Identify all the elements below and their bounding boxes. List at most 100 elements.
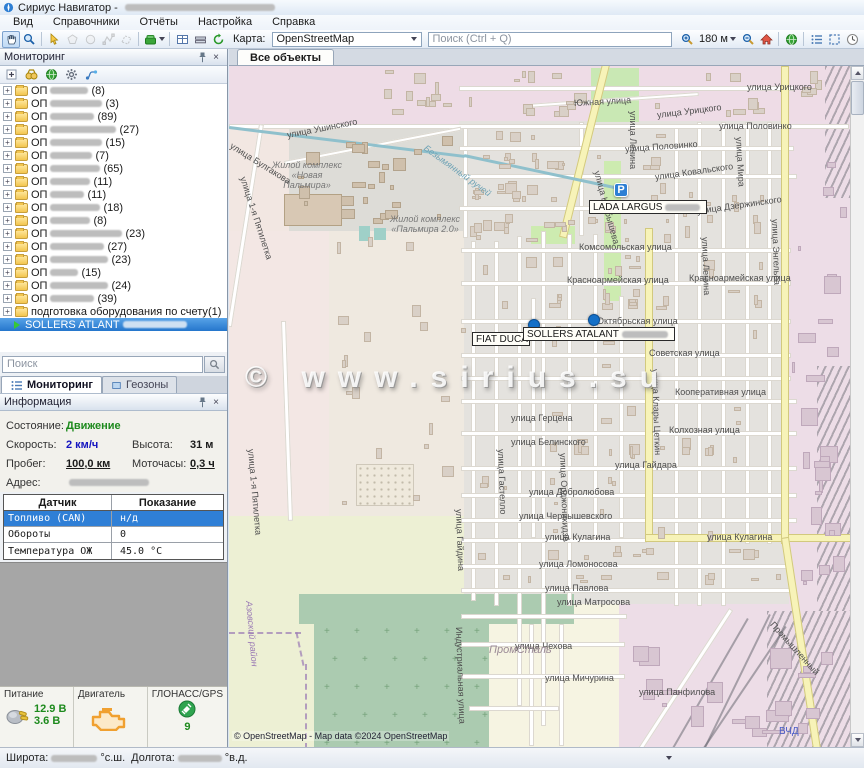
grid-view-button[interactable] [173,31,191,48]
vehicle-map-label[interactable]: SOLLERS ATALANT [523,327,675,341]
tree-expand-icon[interactable]: + [3,307,12,316]
tree-expand-icon[interactable]: + [3,281,12,290]
tree-expand-icon[interactable]: + [3,164,12,173]
tree-expand-icon[interactable]: + [3,203,12,212]
tree-expand-icon[interactable]: + [3,216,12,225]
tree-item[interactable]: +ОП(27) [0,240,227,253]
tree-item[interactable]: +подготовка оборудования по счету (1) [0,305,227,318]
global-search-input[interactable] [428,32,673,47]
layers-menu-button[interactable] [142,31,166,48]
tree-item[interactable]: +ОП(15) [0,136,227,149]
tree-item[interactable]: +ОП(11) [0,175,227,188]
menu-справочники[interactable]: Справочники [44,15,129,30]
tree-expand-icon[interactable]: + [3,177,12,186]
close-icon[interactable]: × [209,396,223,409]
allotments [356,464,414,506]
tree-item-count: (15) [81,267,101,279]
map-scrollbar[interactable] [850,66,864,747]
coords-dropdown-icon[interactable] [666,756,672,760]
menu-справка[interactable]: Справка [263,15,324,30]
tree-expand-icon[interactable]: + [3,294,12,303]
tree-item[interactable]: +ОП(39) [0,292,227,305]
refresh-map-button[interactable] [209,31,227,48]
power-gauge-label: Питание [4,689,69,700]
tree-expand-icon[interactable]: + [3,255,12,264]
sensor-row[interactable]: Обороты0 [4,527,223,543]
pin-icon[interactable] [195,51,209,64]
tree-expand-icon[interactable]: + [3,138,12,147]
col-value: Показание [112,495,223,510]
menu-вид[interactable]: Вид [4,15,42,30]
pin-icon[interactable] [195,396,209,409]
close-icon[interactable]: × [209,51,223,64]
pan-tool-button[interactable] [2,31,20,48]
zoom-in-button[interactable] [678,31,696,48]
tree-item-label: ОП [31,189,47,201]
mileage-value[interactable]: 100,0 км [66,458,118,470]
map-canvas[interactable]: ++++++++++++++++++++++++++++++Южная улиц… [229,66,850,747]
vehicle-map-label[interactable]: FIAT DUCAT [472,332,530,346]
sensor-row[interactable]: Температура ОЖ45.0 °C [4,543,223,559]
tree-item[interactable]: +ОП(8) [0,214,227,227]
tree-item-count: (15) [105,137,125,149]
tree-search-button[interactable] [204,356,225,373]
vehicle-map-label[interactable]: LADA LARGUS [589,200,707,214]
tree-item[interactable]: +ОП(11) [0,188,227,201]
settings-button[interactable] [63,67,80,82]
tree-item-selected-vehicle[interactable]: SOLLERS ATLANT [0,318,227,331]
circle-tool-button[interactable] [81,31,99,48]
tab-geozones[interactable]: Геозоны [102,376,177,393]
track-button[interactable] [83,67,100,82]
tree-item[interactable]: +ОП(8) [0,84,227,97]
scroll-down-button[interactable] [851,733,864,747]
tree-item[interactable]: +ОП(3) [0,97,227,110]
select-region-button[interactable] [825,31,843,48]
tree-item[interactable]: +ОП(23) [0,227,227,240]
tree-expand-icon[interactable]: + [3,125,12,134]
map-provider-select[interactable]: OpenStreetMap [272,32,422,47]
tree-expand-icon[interactable]: + [3,190,12,199]
edit-geozone-tool-button[interactable] [117,31,135,48]
chevron-down-icon [730,37,736,41]
tree-expand-icon[interactable]: + [3,242,12,251]
app-window: Сириус Навигатор - ВидСправочникиОтчётыН… [0,0,864,768]
polygon-tool-button[interactable] [63,31,81,48]
tree-item[interactable]: +ОП(23) [0,253,227,266]
show-on-map-button[interactable] [43,67,60,82]
sensor-row[interactable]: Топливо (CAN)н/д [4,511,223,527]
scroll-up-button[interactable] [851,66,864,80]
home-button[interactable] [757,31,775,48]
map-tab-all-objects[interactable]: Все объекты [237,49,334,65]
tree-item[interactable]: +ОП(7) [0,149,227,162]
tree-item[interactable]: +ОП(27) [0,123,227,136]
hours-value[interactable]: 0,3 ч [190,458,215,470]
tree-item[interactable]: +ОП(65) [0,162,227,175]
tree-item[interactable]: +ОП(24) [0,279,227,292]
scrollbar-thumb[interactable] [851,81,864,115]
tree-item[interactable]: +ОП(15) [0,266,227,279]
ruler-tool-button[interactable] [191,31,209,48]
list-view-button[interactable] [807,31,825,48]
clock-button[interactable] [843,31,861,48]
expand-all-button[interactable] [3,67,20,82]
select-object-tool-button[interactable] [45,31,63,48]
tab-monitoring[interactable]: Мониторинг [1,376,102,393]
menu-отчёты[interactable]: Отчёты [131,15,187,30]
tree-expand-icon[interactable]: + [3,86,12,95]
tree-item[interactable]: +ОП(89) [0,110,227,123]
tree-expand-icon[interactable]: + [3,151,12,160]
zoom-tool-button[interactable] [20,31,38,48]
polyline-tool-button[interactable] [99,31,117,48]
zoom-out-button[interactable] [739,31,757,48]
menu-настройка[interactable]: Настройка [189,15,261,30]
globe-button[interactable] [782,31,800,48]
tree-expand-icon[interactable]: + [3,229,12,238]
zoom-scale-select[interactable]: 180 м [696,33,739,45]
find-object-button[interactable] [23,67,40,82]
tree-expand-icon[interactable]: + [3,99,12,108]
vehicle-marker[interactable] [588,314,600,326]
tree-expand-icon[interactable]: + [3,268,12,277]
tree-search-input[interactable] [2,356,203,373]
tree-item[interactable]: +ОП(18) [0,201,227,214]
tree-expand-icon[interactable]: + [3,112,12,121]
